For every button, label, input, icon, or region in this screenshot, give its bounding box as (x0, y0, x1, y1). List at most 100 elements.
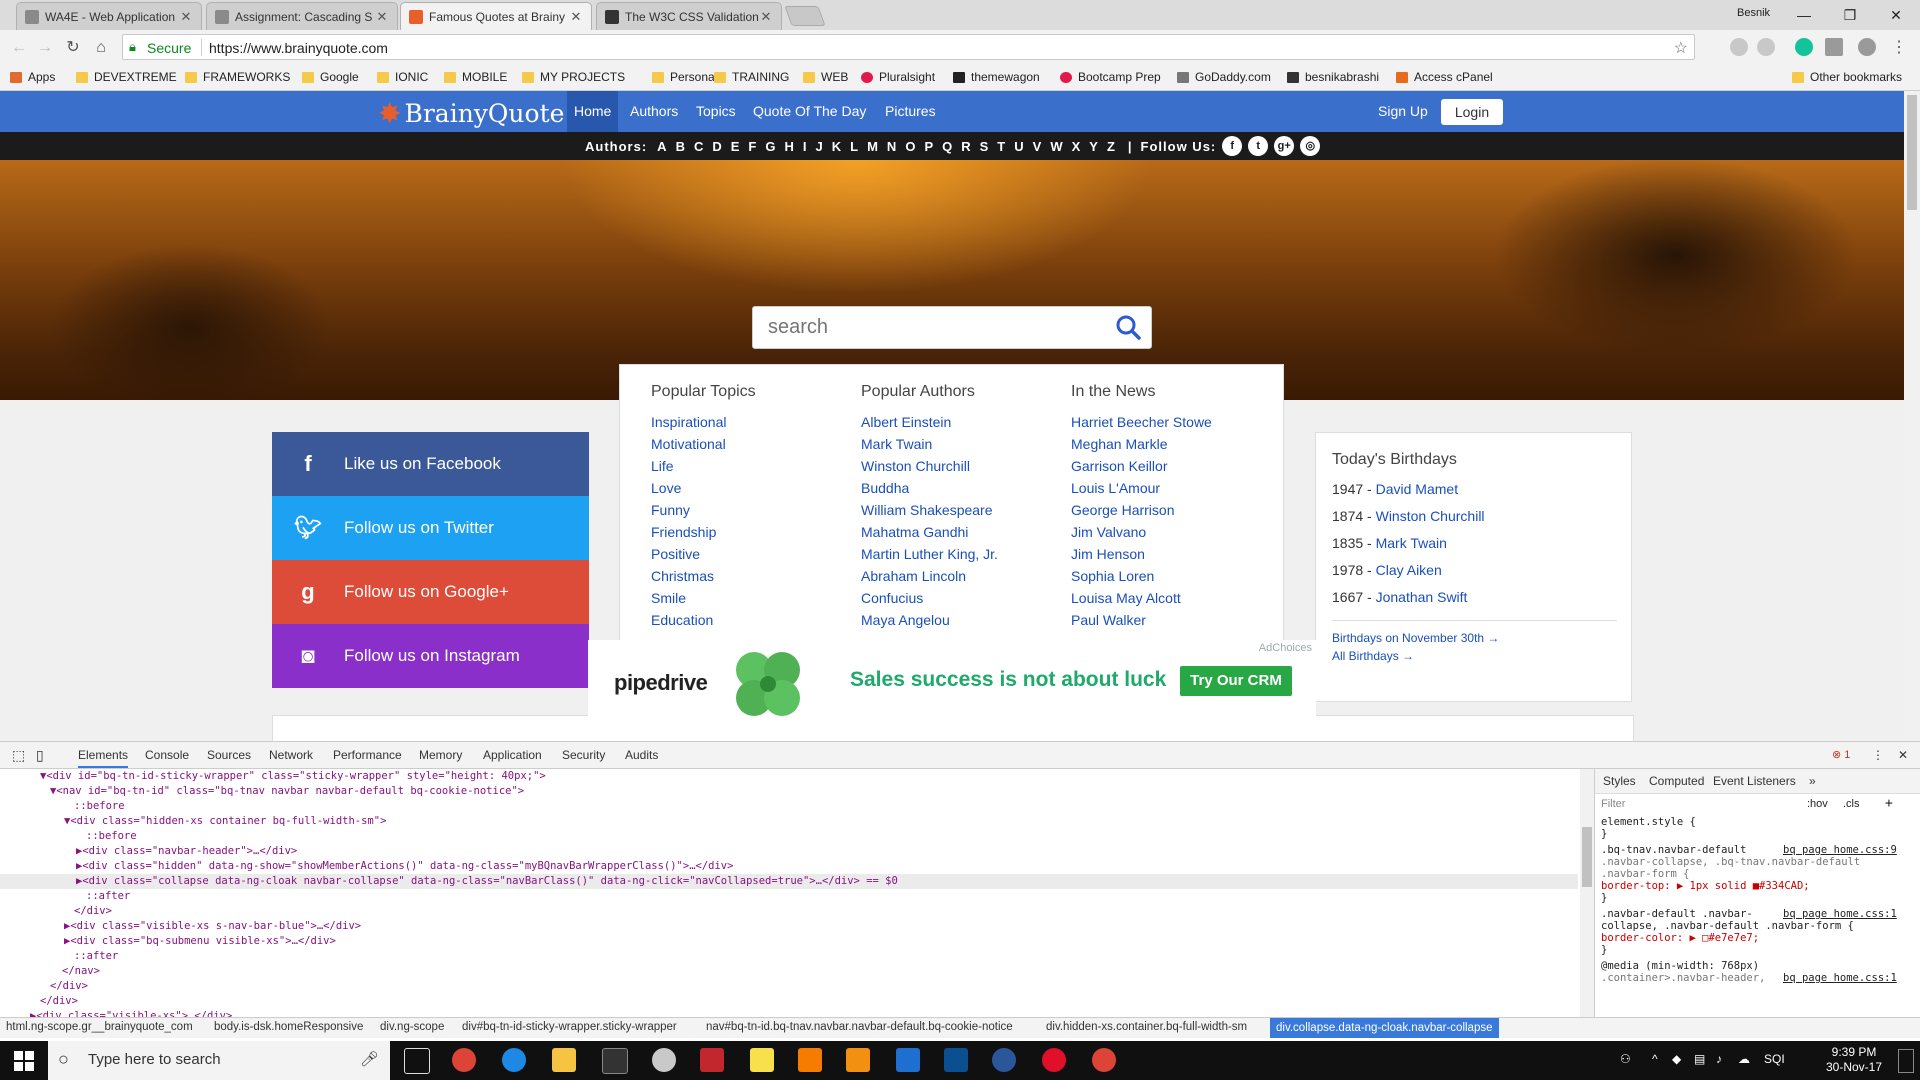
topic-link[interactable]: Inspirational (651, 411, 756, 433)
taskbar-clock[interactable]: 9:39 PM 30-Nov-17 (1819, 1045, 1889, 1075)
birthday-author-link[interactable]: David Mamet (1376, 481, 1458, 497)
author-link[interactable]: Mahatma Gandhi (861, 521, 998, 543)
author-link[interactable]: Albert Einstein (861, 411, 998, 433)
extension-icon[interactable] (1757, 38, 1775, 56)
grammarly-icon[interactable] (1795, 38, 1813, 56)
az-letter[interactable]: F (748, 139, 757, 154)
microphone-icon[interactable]: 🎤︎ (360, 1050, 379, 1068)
dom-node[interactable]: ▶<div class="visible-xs">…</div> (30, 1009, 232, 1017)
bookmark-link[interactable]: besnikabrashi (1287, 70, 1379, 84)
breadcrumb-item-active[interactable]: div.collapse.data-ng-cloak.navbar-collap… (1270, 1018, 1499, 1038)
breadcrumb-item[interactable]: nav#bq-tn-id.bq-tnav.navbar.navbar-defau… (706, 1021, 1013, 1033)
az-letter[interactable]: W (1050, 139, 1063, 154)
topic-link[interactable]: Life (651, 455, 756, 477)
edge-icon[interactable] (502, 1048, 526, 1072)
restore-button[interactable]: ❐ (1827, 2, 1873, 28)
google-plus-icon[interactable]: g+ (1274, 136, 1295, 156)
az-letter[interactable]: E (731, 139, 741, 154)
dom-node[interactable]: </div> (40, 994, 78, 1009)
devtools-tab-elements[interactable]: Elements (78, 742, 129, 768)
birthdays-on-date-link[interactable]: Birthdays on November 30th → (1332, 631, 1499, 645)
az-letter[interactable]: U (1014, 139, 1024, 154)
author-link[interactable]: Confucius (861, 587, 998, 609)
signup-link[interactable]: Sign Up (1378, 91, 1428, 132)
inspect-icon[interactable]: ⬚ (12, 742, 25, 768)
opera-icon[interactable] (1042, 1048, 1066, 1072)
bookmark-other[interactable]: Other bookmarks (1792, 70, 1902, 84)
az-letter[interactable]: B (676, 139, 686, 154)
dom-scrollbar[interactable] (1580, 769, 1594, 1017)
reload-icon[interactable]: ↻ (62, 37, 84, 59)
devtools-tab-performance[interactable]: Performance (333, 742, 402, 768)
devtools-tab-security[interactable]: Security (562, 742, 605, 768)
topic-link[interactable]: Education (651, 609, 756, 631)
breadcrumb-item[interactable]: div.hidden-xs.container.bq-full-width-sm (1046, 1021, 1247, 1033)
az-letter[interactable]: T (997, 139, 1006, 154)
devtools-tab-sources[interactable]: Sources (207, 742, 251, 768)
style-source-link[interactable]: bq page home.css:1 (1783, 972, 1897, 984)
breadcrumb-item[interactable]: html.ng-scope.gr__brainyquote_com (6, 1021, 193, 1033)
breadcrumb-item[interactable]: body.is-dsk.homeResponsive (214, 1021, 363, 1033)
tray-expand-icon[interactable]: ^ (1652, 1052, 1658, 1066)
news-link[interactable]: Garrison Keillor (1071, 455, 1212, 477)
nav-authors[interactable]: Authors (623, 91, 685, 132)
topic-link[interactable]: Christmas (651, 565, 756, 587)
advertisement-banner[interactable]: AdChoices pipedrive Sales success is not… (588, 640, 1316, 730)
file-explorer-icon[interactable] (552, 1048, 576, 1072)
sticky-notes-icon[interactable] (750, 1048, 774, 1072)
az-letter[interactable]: C (694, 139, 704, 154)
bookmark-folder[interactable]: MY PROJECTS (522, 70, 625, 84)
chrome-icon[interactable] (1092, 1048, 1116, 1072)
bookmark-star-icon[interactable]: ☆ (1674, 38, 1688, 58)
styles-tab[interactable]: Styles (1603, 769, 1636, 793)
dom-node[interactable]: ▶<div class="visible-xs s-nav-bar-blue">… (64, 919, 361, 934)
new-tab-button[interactable] (784, 6, 826, 26)
facebook-icon[interactable]: f (1222, 136, 1243, 156)
page-scrollbar-thumb[interactable] (1907, 95, 1917, 210)
xampp-icon[interactable] (798, 1048, 822, 1072)
notifications-icon[interactable] (1898, 1049, 1914, 1073)
dom-node[interactable]: ▼<nav id="bq-tn-id" class="bq-tnav navba… (50, 784, 524, 799)
dom-node[interactable]: ▶<div class="navbar-header">…</div> (76, 844, 297, 859)
news-link[interactable]: Jim Valvano (1071, 521, 1212, 543)
styles-filter-input[interactable]: Filter (1601, 798, 1625, 810)
news-link[interactable]: George Harrison (1071, 499, 1212, 521)
nav-pictures[interactable]: Pictures (878, 91, 943, 132)
bookmark-folder[interactable]: IONIC (377, 70, 428, 84)
task-view-icon[interactable] (404, 1048, 430, 1074)
tab-close-icon[interactable]: ✕ (375, 9, 389, 25)
all-birthdays-link[interactable]: All Birthdays → (1332, 649, 1414, 663)
windows-start-icon[interactable] (0, 1041, 48, 1080)
author-link[interactable]: Mark Twain (861, 433, 998, 455)
news-link[interactable]: Louis L'Amour (1071, 477, 1212, 499)
search-input[interactable] (768, 307, 1098, 348)
minimize-button[interactable]: — (1781, 2, 1827, 28)
dom-pseudo[interactable]: ::before (74, 799, 125, 814)
devtools-tab-audits[interactable]: Audits (625, 742, 658, 768)
az-letter[interactable]: X (1072, 139, 1082, 154)
onedrive-icon[interactable]: ☁ (1738, 1052, 1750, 1066)
bookmark-link[interactable]: themewagon (953, 70, 1040, 84)
style-declaration[interactable]: border-color: ▶ □#e7e7e7; (1601, 932, 1759, 944)
hov-toggle[interactable]: :hov (1807, 798, 1828, 810)
az-letter[interactable]: R (961, 139, 971, 154)
birthday-author-link[interactable]: Winston Churchill (1376, 508, 1485, 524)
az-letter[interactable]: S (980, 139, 990, 154)
network-icon[interactable]: ▤ (1694, 1052, 1705, 1066)
browser-tab[interactable]: Assignment: Cascading S ✕ (206, 2, 398, 30)
birthday-author-link[interactable]: Clay Aiken (1376, 562, 1442, 578)
az-letter[interactable]: Y (1089, 139, 1099, 154)
author-link[interactable]: Maya Angelou (861, 609, 998, 631)
taskbar-search[interactable]: ○ Type here to search 🎤︎ (48, 1041, 390, 1080)
language-indicator[interactable]: SQI (1764, 1052, 1785, 1066)
dom-pseudo[interactable]: ::before (86, 829, 137, 844)
az-letter[interactable]: K (832, 139, 842, 154)
author-link[interactable]: Abraham Lincoln (861, 565, 998, 587)
forward-icon[interactable]: → (34, 37, 56, 59)
chrome-icon[interactable] (452, 1048, 476, 1072)
dropbox-icon[interactable]: ◆ (1672, 1052, 1681, 1066)
news-link[interactable]: Meghan Markle (1071, 433, 1212, 455)
error-count-badge[interactable]: ⊗ 1 (1832, 748, 1850, 761)
devtools-tab-memory[interactable]: Memory (419, 742, 462, 768)
terminal-icon[interactable] (602, 1048, 628, 1074)
